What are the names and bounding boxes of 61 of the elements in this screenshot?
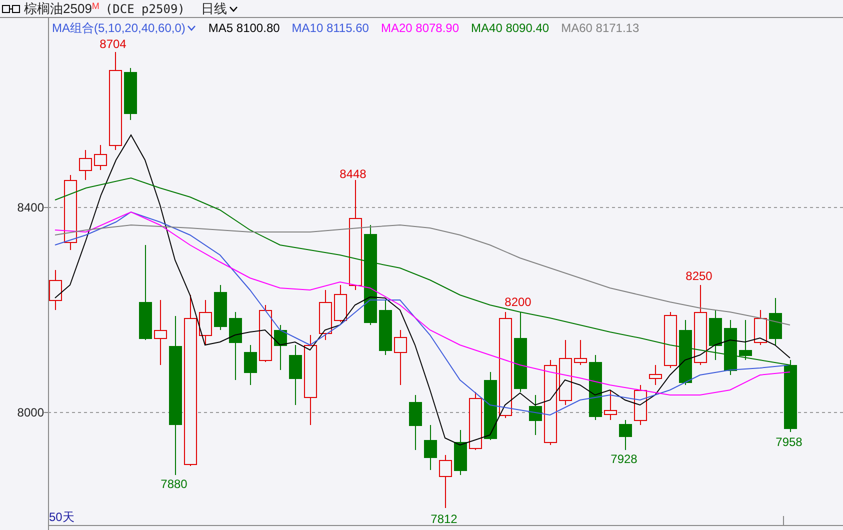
price-extreme-label: 7880 (160, 477, 188, 491)
price-extreme-label: 8704 (100, 37, 126, 51)
candlestick (529, 394, 542, 436)
period-dropdown[interactable]: 日线 (200, 2, 238, 15)
price-extreme-label: 7812 (430, 512, 458, 526)
instrument-title: 棕榈油2509 (24, 2, 92, 15)
candlestick (394, 330, 407, 386)
price-extreme-label: 8250 (686, 269, 712, 283)
candlestick (259, 304, 272, 362)
candlestick (94, 144, 107, 170)
caret-icon (228, 6, 238, 12)
ma-legend-value: MA5 8100.80 (208, 20, 280, 36)
candlestick (319, 290, 332, 340)
candlestick (634, 384, 647, 426)
price-extreme-label: 8448 (340, 167, 366, 181)
candlestick (409, 394, 422, 450)
candlestick (664, 312, 677, 368)
candlestick (379, 300, 392, 356)
candlestick (574, 340, 587, 366)
candlestick (484, 372, 497, 440)
candlestick (754, 310, 767, 346)
price-extreme-label: 7958 (776, 435, 802, 449)
y-axis-label: 8000 (17, 406, 44, 420)
candlestick (439, 454, 452, 508)
candlestick (679, 320, 692, 386)
candlestick (649, 364, 662, 386)
ma-legend-value: MA20 8078.90 (380, 20, 460, 36)
candlestick (244, 344, 257, 386)
contract-code: (DCE p2509) (105, 2, 185, 14)
candlestick (769, 298, 782, 346)
link-icon[interactable] (2, 4, 20, 12)
candlestick (619, 420, 632, 450)
range-label: 50天 (49, 510, 74, 524)
candlestick (274, 324, 287, 370)
caret-icon (187, 25, 196, 31)
candlestick (49, 270, 62, 310)
candlestick (214, 284, 227, 330)
candlestick (709, 310, 722, 360)
ma-legend-value: MA10 8115.60 (292, 20, 369, 36)
candlestick (199, 300, 212, 346)
ma-legend-value: MA40 8090.40 (471, 20, 550, 36)
price-extreme-label: 7928 (610, 452, 638, 466)
ma-legend-value: MA60 8171.13 (561, 20, 640, 36)
candlestick (334, 284, 347, 322)
candlestick (124, 68, 137, 120)
candlestick (79, 150, 92, 180)
candlestick (604, 390, 617, 420)
candlestick (454, 430, 467, 476)
candlestick (469, 392, 482, 450)
candlestick (289, 344, 302, 406)
candlestick (154, 300, 167, 366)
candlestick (739, 320, 752, 360)
candlestick (559, 340, 572, 406)
candlestick (229, 312, 242, 380)
candlestick (589, 354, 602, 420)
candlestick (424, 424, 437, 470)
ma-selector-dropdown[interactable]: MA组合(5,10,20,40,60,0) (52, 20, 196, 36)
candlestick (724, 320, 737, 376)
contract-marker-label: M (92, 2, 100, 11)
y-axis-label: 8400 (17, 200, 44, 214)
price-extreme-label: 8200 (504, 295, 532, 309)
